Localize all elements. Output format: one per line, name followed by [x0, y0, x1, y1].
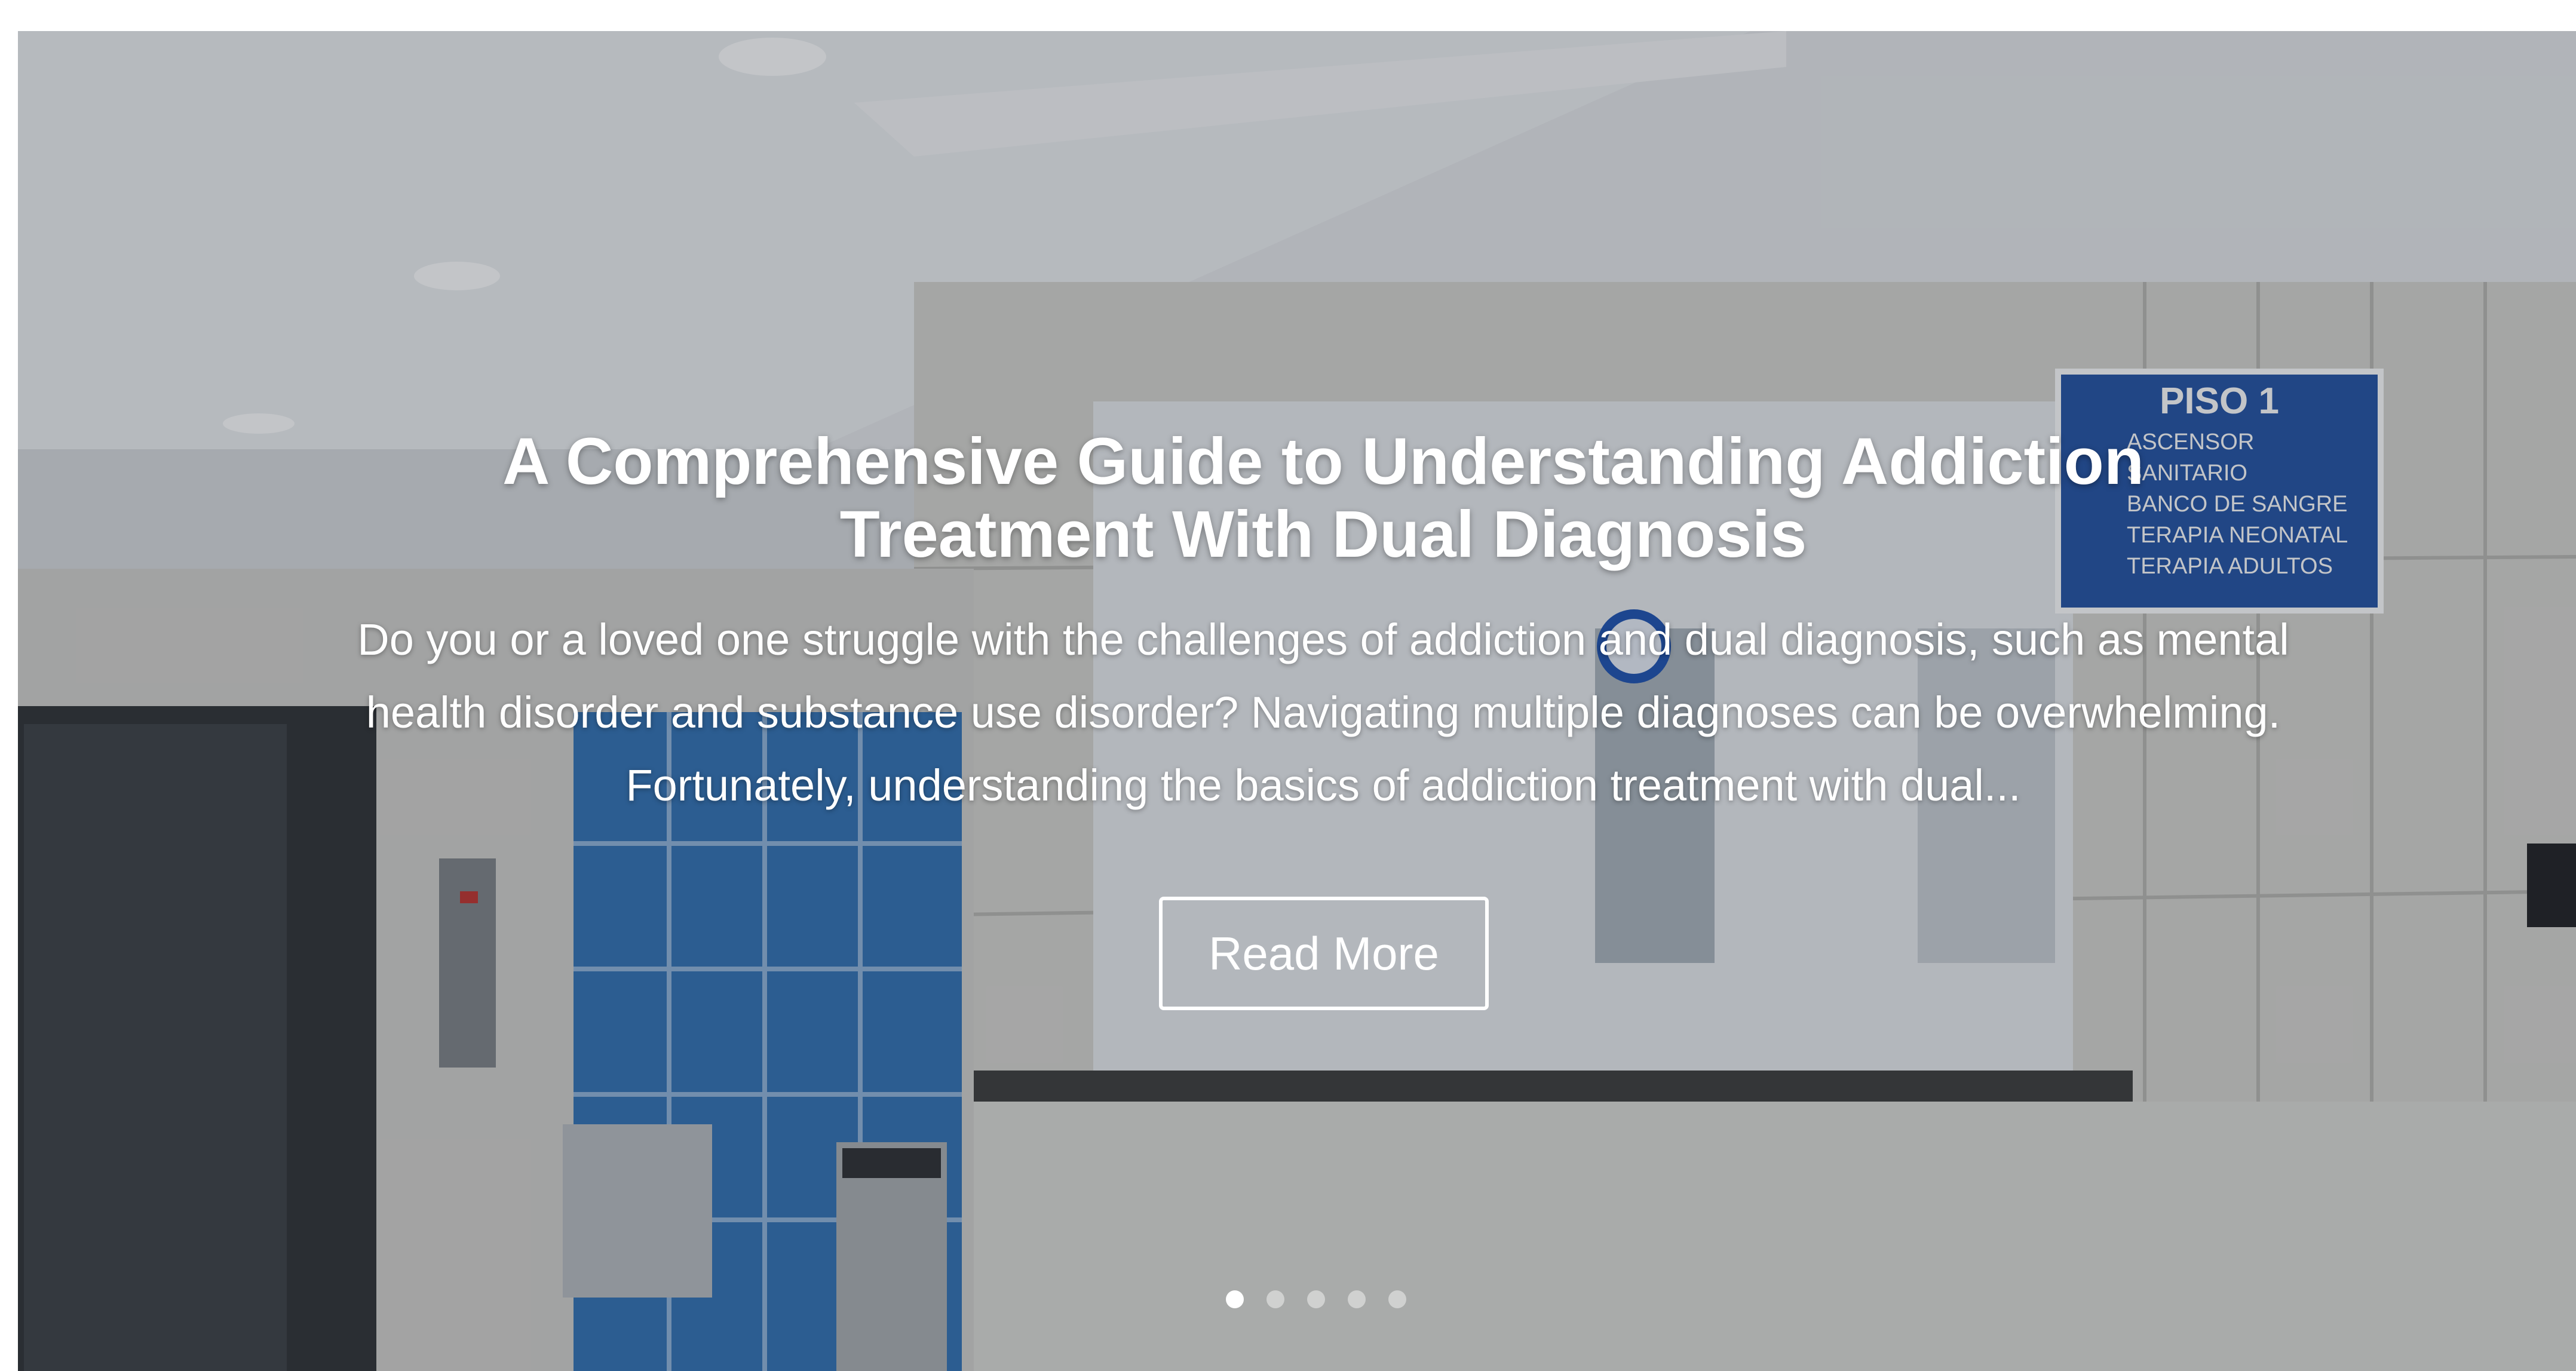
slider-dot-4[interactable] — [1348, 1290, 1366, 1308]
slider-pagination — [1226, 1290, 1417, 1314]
hero-slider: PISO 1 ASCENSOR SANITARIO BANCO DE SANGR… — [18, 31, 2576, 1371]
slide-caption: A Comprehensive Guide to Understanding A… — [352, 425, 2294, 822]
slider-dot-1[interactable] — [1226, 1290, 1244, 1308]
slide-excerpt: Do you or a loved one struggle with the … — [357, 615, 2289, 810]
slider-dot-5[interactable] — [1388, 1290, 1406, 1308]
slider-dot-2[interactable] — [1266, 1290, 1284, 1308]
slide-title: A Comprehensive Guide to Understanding A… — [502, 425, 2145, 571]
slider-dot-3[interactable] — [1307, 1290, 1325, 1308]
read-more-button[interactable]: Read More — [1159, 897, 1489, 1010]
